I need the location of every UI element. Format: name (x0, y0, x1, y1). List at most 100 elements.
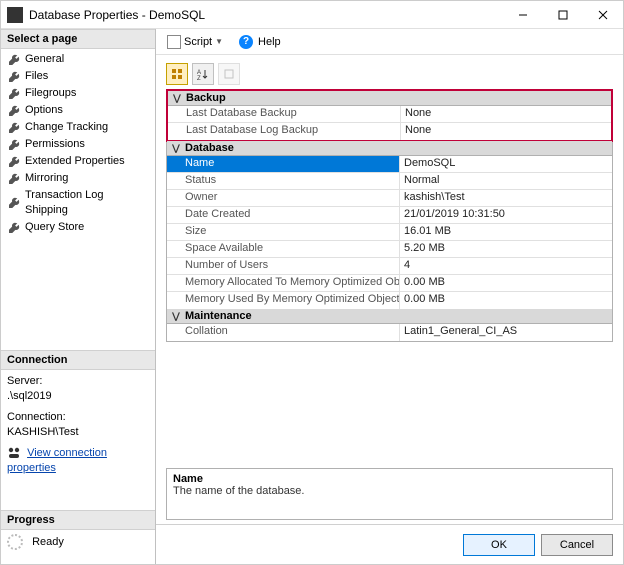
wrench-icon (7, 104, 21, 118)
collapse-icon: ⋁ (170, 311, 182, 322)
progress-block: Ready (1, 530, 155, 554)
view-connection-properties-link[interactable]: View connection properties (7, 446, 149, 476)
property-value: 0.00 MB (400, 292, 612, 309)
category-label: Database (185, 142, 234, 154)
progress-spinner-icon (7, 534, 23, 550)
help-icon: ? (239, 35, 253, 49)
collapse-icon: ⋁ (171, 93, 183, 104)
page-list: GeneralFilesFilegroups Options Change Trac… (1, 49, 155, 238)
maximize-icon (558, 10, 568, 20)
property-name: Size (167, 224, 400, 240)
sidebar-page-permissions[interactable]: Permissions (1, 136, 155, 153)
property-grid-toolbar: AZ (166, 63, 613, 85)
sidebar-page-label: Options (25, 103, 63, 118)
property-name: Memory Used By Memory Optimized Objects (167, 292, 400, 309)
sidebar-page-options[interactable]: Options (1, 102, 155, 119)
minimize-icon (518, 10, 528, 20)
connection-icon (7, 446, 21, 460)
category-label: Maintenance (185, 310, 252, 322)
property-name: Last Database Log Backup (168, 123, 401, 140)
connection-label: Connection: (7, 410, 149, 425)
description-name: Name (173, 473, 606, 485)
property-grid[interactable]: ⋁BackupLast Database BackupNoneLast Data… (166, 89, 613, 342)
maximize-button[interactable] (543, 1, 583, 29)
category-label: Backup (186, 92, 226, 104)
svg-text:Z: Z (197, 76, 201, 80)
property-row[interactable]: Date Created21/01/2019 10:31:50 (167, 207, 612, 224)
description-pane: Name The name of the database. (166, 468, 613, 520)
property-pages-button (218, 63, 240, 85)
property-value: 5.20 MB (400, 241, 612, 257)
select-page-header: Select a page (1, 29, 155, 49)
alphabetical-view-button[interactable]: AZ (192, 63, 214, 85)
property-row[interactable]: NameDemoSQL (167, 156, 612, 173)
sidebar-page-mirroring[interactable]: Mirroring (1, 170, 155, 187)
sidebar-page-label: Permissions (25, 137, 85, 152)
sidebar-page-label: General (25, 52, 64, 67)
sidebar-page-transaction-log-shipping[interactable]: Transaction Log Shipping (1, 187, 155, 219)
property-row[interactable]: StatusNormal (167, 173, 612, 190)
property-row[interactable]: Ownerkashish\Test (167, 190, 612, 207)
sidebar-page-files[interactable]: Files (1, 68, 155, 85)
property-name: Status (167, 173, 400, 189)
property-name: Last Database Backup (168, 106, 401, 122)
property-value: None (401, 106, 611, 122)
property-value: 16.01 MB (400, 224, 612, 240)
title-bar: Database Properties - DemoSQL (1, 1, 623, 29)
category-backup[interactable]: ⋁Backup (168, 91, 611, 106)
script-label: Script (184, 36, 212, 48)
cancel-button[interactable]: Cancel (541, 534, 613, 556)
progress-status: Ready (32, 536, 64, 548)
sidebar-page-query-store[interactable]: Query Store (1, 219, 155, 236)
minimize-button[interactable] (503, 1, 543, 29)
server-label: Server: (7, 374, 149, 389)
property-name: Owner (167, 190, 400, 206)
script-button[interactable]: Script ▼ (162, 32, 228, 52)
sidebar-page-general[interactable]: General (1, 51, 155, 68)
sidebar-page-label: Extended Properties (25, 154, 125, 169)
sidebar-page-filegroups[interactable]: Filegroups (1, 85, 155, 102)
app-icon (7, 7, 23, 23)
property-value: None (401, 123, 611, 140)
property-value: DemoSQL (400, 156, 612, 172)
left-panel: Select a page GeneralFilesFilegroups Opti… (1, 29, 156, 564)
help-button[interactable]: ? Help (234, 32, 286, 52)
property-value: kashish\Test (400, 190, 612, 206)
property-row[interactable]: Last Database Log BackupNone (168, 123, 611, 140)
categorized-view-button[interactable] (166, 63, 188, 85)
property-value: 0.00 MB (400, 275, 612, 291)
dialog-footer: OK Cancel (156, 524, 623, 564)
property-row[interactable]: Memory Allocated To Memory Optimized Ob0… (167, 275, 612, 292)
property-name: Name (167, 156, 400, 172)
sidebar-page-label: Query Store (25, 220, 84, 235)
property-row[interactable]: Memory Used By Memory Optimized Objects0… (167, 292, 612, 309)
property-row[interactable]: Space Available5.20 MB (167, 241, 612, 258)
sidebar-page-label: Change Tracking (25, 120, 108, 135)
description-text: The name of the database. (173, 485, 606, 497)
wrench-icon (7, 87, 21, 101)
property-row[interactable]: Number of Users4 (167, 258, 612, 275)
close-button[interactable] (583, 1, 623, 29)
wrench-icon (7, 138, 21, 152)
property-row[interactable]: Size16.01 MB (167, 224, 612, 241)
category-database[interactable]: ⋁Database (167, 141, 612, 156)
property-row[interactable]: CollationLatin1_General_CI_AS (167, 324, 612, 341)
wrench-icon (7, 196, 21, 210)
property-name: Collation (167, 324, 400, 341)
chevron-down-icon: ▼ (215, 37, 223, 46)
wrench-icon (7, 155, 21, 169)
ok-button[interactable]: OK (463, 534, 535, 556)
wrench-icon (7, 70, 21, 84)
connection-value: KASHISH\Test (7, 425, 149, 440)
sidebar-page-change-tracking[interactable]: Change Tracking (1, 119, 155, 136)
category-maintenance[interactable]: ⋁Maintenance (167, 309, 612, 324)
property-value: Normal (400, 173, 612, 189)
sidebar-page-extended-properties[interactable]: Extended Properties (1, 153, 155, 170)
wrench-icon (7, 221, 21, 235)
property-name: Memory Allocated To Memory Optimized Ob (167, 275, 400, 291)
categorized-icon (171, 68, 183, 80)
server-value: .\sql2019 (7, 389, 149, 404)
sidebar-page-label: Filegroups (25, 86, 76, 101)
property-row[interactable]: Last Database BackupNone (168, 106, 611, 123)
sort-az-icon: AZ (197, 68, 209, 80)
